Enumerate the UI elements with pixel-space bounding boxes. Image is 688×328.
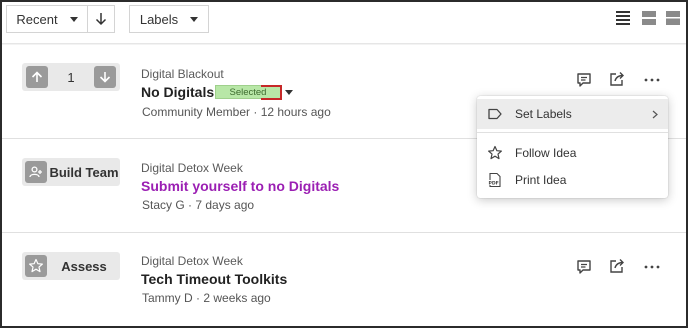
timestamp: 12 hours ago — [260, 105, 331, 119]
chevron-down-icon[interactable] — [285, 90, 293, 95]
chevron-down-icon — [69, 16, 78, 22]
chevron-down-icon — [190, 16, 199, 22]
menu-item-label: Set Labels — [515, 107, 572, 121]
badge-highlight — [261, 85, 282, 100]
comment-icon[interactable] — [575, 71, 593, 89]
stage-button[interactable]: Assess — [22, 252, 120, 280]
ideas-panel: Recent Labels 1 Digital Blackout No Digi… — [0, 0, 688, 328]
author-name[interactable]: Tammy D — [142, 291, 193, 305]
menu-item-follow-idea[interactable]: Follow Idea — [477, 138, 668, 168]
card-view-icon[interactable] — [666, 11, 680, 26]
downvote-button[interactable] — [94, 66, 116, 88]
idea-title[interactable]: No Digitals — [141, 84, 214, 100]
meta-separator: · — [192, 291, 204, 305]
arrow-up-icon — [31, 71, 43, 82]
sort-dropdown[interactable]: Recent — [6, 5, 88, 33]
meta-separator: · — [184, 198, 196, 212]
tag-icon — [488, 108, 502, 120]
team-icon — [25, 161, 47, 183]
menu-item-print-idea[interactable]: PDF Print Idea — [477, 165, 668, 195]
timestamp: 2 weeks ago — [203, 291, 271, 305]
arrow-down-icon — [95, 13, 107, 26]
menu-divider — [477, 132, 668, 133]
share-icon[interactable] — [608, 70, 626, 88]
more-options-icon[interactable] — [643, 258, 661, 276]
author-name[interactable]: Stacy G — [142, 198, 185, 212]
comment-icon[interactable] — [575, 258, 593, 276]
sort-label: Recent — [16, 11, 58, 27]
more-options-icon[interactable] — [643, 71, 661, 89]
menu-item-label: Follow Idea — [515, 146, 577, 160]
stage-label: Build Team — [49, 164, 119, 180]
chevron-right-icon — [652, 110, 658, 119]
stage-label: Assess — [61, 258, 107, 274]
arrow-down-icon — [99, 72, 111, 83]
idea-meta: Stacy G · 7 days ago — [142, 198, 254, 212]
star-icon — [25, 255, 47, 277]
list-view-icon[interactable] — [616, 11, 630, 26]
labels-dropdown[interactable]: Labels — [129, 5, 209, 33]
timestamp: 7 days ago — [195, 198, 255, 212]
idea-row[interactable] — [2, 233, 686, 326]
menu-item-set-labels[interactable]: Set Labels — [477, 99, 668, 129]
labels-label: Labels — [139, 11, 179, 27]
idea-meta: Community Member · 12 hours ago — [142, 105, 331, 119]
compact-view-icon[interactable] — [642, 11, 656, 26]
campaign-name[interactable]: Digital Detox Week — [141, 254, 243, 268]
author-name[interactable]: Community Member — [142, 105, 250, 119]
meta-separator: · — [250, 105, 261, 119]
menu-item-label: Print Idea — [515, 173, 567, 187]
share-icon[interactable] — [608, 257, 626, 275]
idea-title[interactable]: Submit yourself to no Digitals — [141, 178, 339, 194]
stage-button[interactable]: Build Team — [22, 158, 120, 186]
idea-meta: Tammy D · 2 weeks ago — [142, 291, 271, 305]
toolbar: Recent Labels — [2, 2, 686, 44]
star-icon — [488, 145, 502, 160]
upvote-button[interactable] — [26, 66, 48, 88]
idea-title[interactable]: Tech Timeout Toolkits — [141, 271, 287, 287]
campaign-name[interactable]: Digital Blackout — [141, 67, 224, 81]
vote-control: 1 — [22, 63, 120, 91]
sort-direction-button[interactable] — [87, 5, 115, 33]
campaign-name[interactable]: Digital Detox Week — [141, 161, 243, 175]
svg-text:PDF: PDF — [489, 180, 499, 186]
idea-actions-menu: Set Labels Follow Idea PDF Print Idea — [477, 96, 668, 198]
pdf-icon: PDF — [488, 172, 501, 188]
